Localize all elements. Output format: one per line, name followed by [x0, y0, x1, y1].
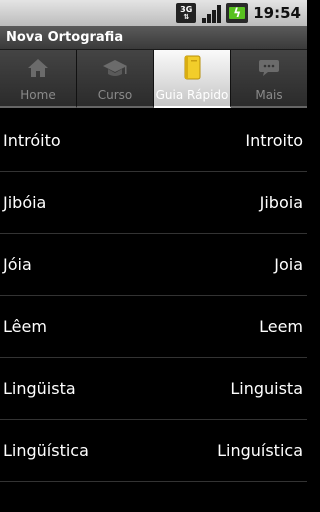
- old-spelling: Jibóia: [3, 193, 47, 212]
- app-title: Nova Ortografia: [6, 30, 124, 45]
- tab-bar: Home Curso Guia Rápido Mais: [0, 50, 307, 110]
- signal-strength-icon: [201, 3, 221, 23]
- list-item[interactable]: Lingüista Linguista: [0, 358, 307, 420]
- new-spelling: Jiboia: [259, 193, 303, 212]
- status-bar: 3G ⇅ ϟ 19:54: [0, 0, 307, 26]
- list-item[interactable]: Intróito Introito: [0, 110, 307, 172]
- notebook-icon: [177, 54, 207, 82]
- graduation-cap-icon: [100, 54, 130, 82]
- tab-curso-label: Curso: [97, 88, 133, 102]
- battery-charging-icon: ϟ: [226, 3, 249, 23]
- old-spelling: Lingüística: [3, 441, 89, 460]
- old-spelling: Lingüista: [3, 379, 76, 398]
- tab-guia-rapido[interactable]: Guia Rápido: [154, 50, 231, 108]
- list-item[interactable]: Jibóia Jiboia: [0, 172, 307, 234]
- old-spelling: Intróito: [3, 131, 61, 150]
- new-spelling: Linguista: [230, 379, 303, 398]
- tab-mais-label: Mais: [255, 88, 283, 102]
- new-spelling: Linguística: [217, 441, 303, 460]
- old-spelling: Lêem: [3, 317, 47, 336]
- network-3g-icon: 3G ⇅: [176, 3, 197, 23]
- tab-mais[interactable]: Mais: [231, 50, 307, 108]
- spelling-list: Intróito Introito Jibóia Jiboia Jóia Joi…: [0, 110, 307, 482]
- tab-curso[interactable]: Curso: [77, 50, 154, 108]
- old-spelling: Jóia: [3, 255, 32, 274]
- tab-home[interactable]: Home: [0, 50, 77, 108]
- app-title-bar: Nova Ortografia: [0, 26, 307, 50]
- new-spelling: Leem: [259, 317, 303, 336]
- list-item[interactable]: Lingüística Linguística: [0, 420, 307, 482]
- list-item[interactable]: Jóia Joia: [0, 234, 307, 296]
- tab-guia-rapido-label: Guia Rápido: [155, 88, 229, 102]
- list-item[interactable]: Lêem Leem: [0, 296, 307, 358]
- status-time: 19:54: [253, 4, 301, 22]
- home-icon: [23, 54, 53, 82]
- tab-home-label: Home: [20, 88, 56, 102]
- new-spelling: Joia: [274, 255, 303, 274]
- speech-bubble-icon: [254, 54, 284, 82]
- data-arrows-glyph: ⇅: [183, 13, 190, 21]
- new-spelling: Introito: [245, 131, 303, 150]
